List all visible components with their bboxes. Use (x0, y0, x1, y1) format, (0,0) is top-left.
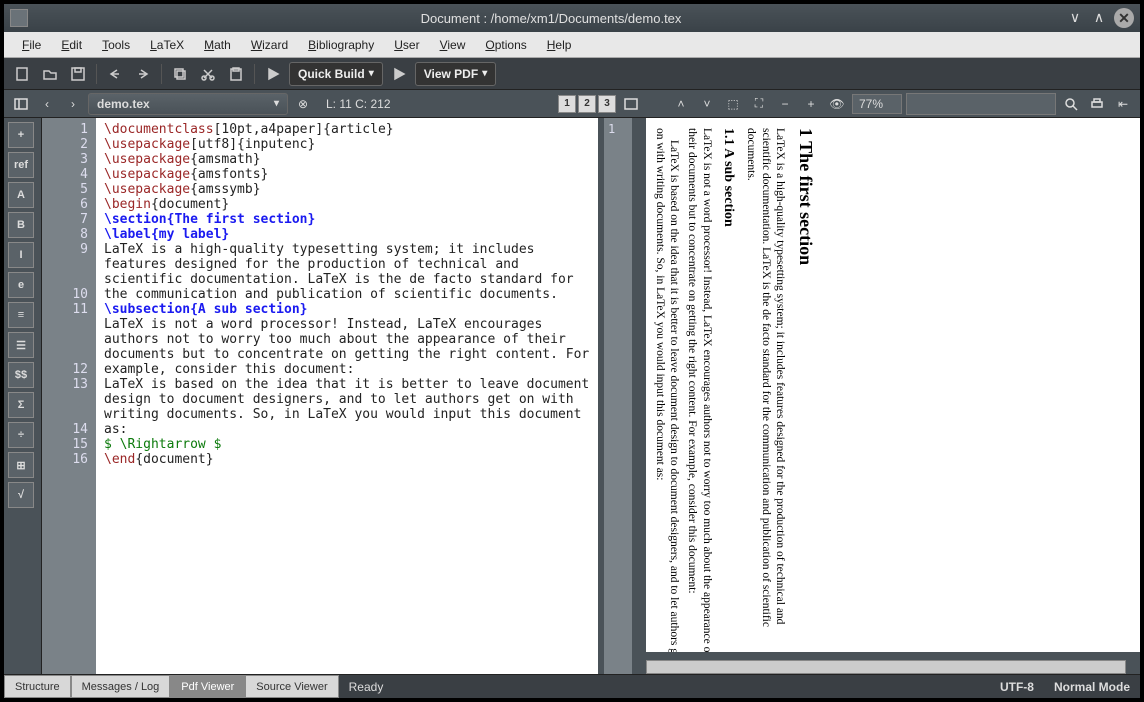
menu-tools[interactable]: Tools (94, 35, 138, 55)
panel-icon[interactable] (10, 93, 32, 115)
titlebar: Document : /home/xm1/Documents/demo.tex … (4, 4, 1140, 32)
page-badge[interactable]: 1 (558, 95, 576, 113)
view-pdf-dropdown[interactable]: View PDF (415, 62, 497, 86)
side-tool-icon[interactable]: I (8, 242, 34, 268)
down-icon[interactable]: ˅ (696, 93, 718, 115)
redo-icon[interactable] (131, 62, 155, 86)
preview-heading-1: 1 The first section (795, 128, 816, 652)
menu-help[interactable]: Help (539, 35, 580, 55)
search-input[interactable] (906, 93, 1056, 115)
side-tool-icon[interactable]: e (8, 272, 34, 298)
close-doc-icon[interactable]: ⊗ (292, 93, 314, 115)
preview-scrollbar[interactable] (646, 660, 1126, 674)
minimize-button[interactable]: ∨ (1066, 8, 1084, 26)
app-icon (10, 9, 28, 27)
search-icon[interactable] (1060, 93, 1082, 115)
preview-paragraph: LaTeX is based on the idea that it is be… (652, 128, 681, 652)
statusbar: StructureMessages / LogPdf ViewerSource … (4, 674, 1140, 698)
side-tool-icon[interactable]: ≡ (8, 302, 34, 328)
preview-paragraph: LaTeX is not a word processor! Instead, … (685, 128, 714, 652)
editor-pane: 12345678910111213141516 \documentclass[1… (42, 118, 598, 674)
run-icon[interactable] (261, 62, 285, 86)
side-tool-icon[interactable]: A (8, 182, 34, 208)
zoom-out-icon[interactable]: − (774, 93, 796, 115)
save-icon[interactable] (66, 62, 90, 86)
line-gutter: 12345678910111213141516 (42, 118, 96, 674)
status-encoding: UTF-8 (990, 675, 1044, 698)
preview-heading-2: 1.1 A sub section (720, 128, 736, 652)
up-icon[interactable]: ˄ (670, 93, 692, 115)
side-tool-icon[interactable]: ☰ (8, 332, 34, 358)
page-badge[interactable]: 2 (578, 95, 596, 113)
status-tab-source-viewer[interactable]: Source Viewer (245, 675, 338, 698)
preview-pane: 1 The first section LaTeX is a high-qual… (632, 118, 1140, 674)
menu-math[interactable]: Math (196, 35, 239, 55)
export-icon[interactable]: ⇤ (1112, 93, 1134, 115)
print-icon[interactable] (1086, 93, 1108, 115)
run2-icon[interactable] (387, 62, 411, 86)
menu-user[interactable]: User (386, 35, 427, 55)
left-icon-bar: + ref ABIe ≡ ☰ $$ Σ ÷ ⊞ √ (4, 118, 42, 674)
eye-icon[interactable]: 👁 (826, 93, 848, 115)
zoom-in-icon[interactable]: + (800, 93, 822, 115)
menu-file[interactable]: File (14, 35, 49, 55)
side-tool-icon[interactable]: ÷ (8, 422, 34, 448)
open-icon[interactable] (38, 62, 62, 86)
code-editor[interactable]: \documentclass[10pt,a4paper]{article}\us… (96, 118, 598, 674)
status-tab-structure[interactable]: Structure (4, 675, 71, 698)
fit-icon[interactable]: ⬚ (722, 93, 744, 115)
menu-bibliography[interactable]: Bibliography (300, 35, 382, 55)
menu-latex[interactable]: LaTeX (142, 35, 192, 55)
status-mode: Normal Mode (1044, 675, 1140, 698)
menu-view[interactable]: View (432, 35, 474, 55)
paste-icon[interactable] (224, 62, 248, 86)
layout-icon[interactable] (620, 93, 642, 115)
side-tool-icon[interactable]: √ (8, 482, 34, 508)
side-tool-icon[interactable]: ref (8, 152, 34, 178)
close-button[interactable]: ✕ (1114, 8, 1134, 28)
copy-icon[interactable] (168, 62, 192, 86)
window-title: Document : /home/xm1/Documents/demo.tex (36, 11, 1066, 26)
side-tool-icon[interactable]: $$ (8, 362, 34, 388)
side-tool-icon[interactable]: + (8, 122, 34, 148)
prev-icon[interactable]: ‹ (36, 93, 58, 115)
preview-paragraph: LaTeX is a high-quality typesetting syst… (744, 128, 787, 652)
side-tool-icon[interactable]: ⊞ (8, 452, 34, 478)
menubar: FileEditToolsLaTeXMathWizardBibliography… (4, 32, 1140, 58)
menu-wizard[interactable]: Wizard (243, 35, 296, 55)
side-tool-icon[interactable]: Σ (8, 392, 34, 418)
preview-gutter: 1 (604, 118, 632, 674)
next-icon[interactable]: › (62, 93, 84, 115)
document-tab[interactable]: demo.tex (88, 93, 288, 115)
status-ready: Ready (339, 675, 990, 698)
status-tab-messages-log[interactable]: Messages / Log (71, 675, 171, 698)
zoom-level[interactable]: 77% (852, 94, 902, 114)
quick-build-dropdown[interactable]: Quick Build (289, 62, 383, 86)
cut-icon[interactable] (196, 62, 220, 86)
page-badge[interactable]: 3 (598, 95, 616, 113)
side-tool-icon[interactable]: B (8, 212, 34, 238)
menu-options[interactable]: Options (477, 35, 534, 55)
main-toolbar: Quick Build View PDF (4, 58, 1140, 90)
menu-edit[interactable]: Edit (53, 35, 90, 55)
fit2-icon[interactable]: ⛶ (748, 93, 770, 115)
new-icon[interactable] (10, 62, 34, 86)
undo-icon[interactable] (103, 62, 127, 86)
secondary-toolbar: ‹ › demo.tex ⊗ L: 11 C: 212 123 ˄ ˅ ⬚ ⛶ … (4, 90, 1140, 118)
pdf-preview[interactable]: 1 The first section LaTeX is a high-qual… (646, 118, 1140, 652)
maximize-button[interactable]: ∧ (1090, 8, 1108, 26)
status-tab-pdf-viewer[interactable]: Pdf Viewer (170, 675, 245, 698)
cursor-position: L: 11 C: 212 (318, 97, 399, 111)
